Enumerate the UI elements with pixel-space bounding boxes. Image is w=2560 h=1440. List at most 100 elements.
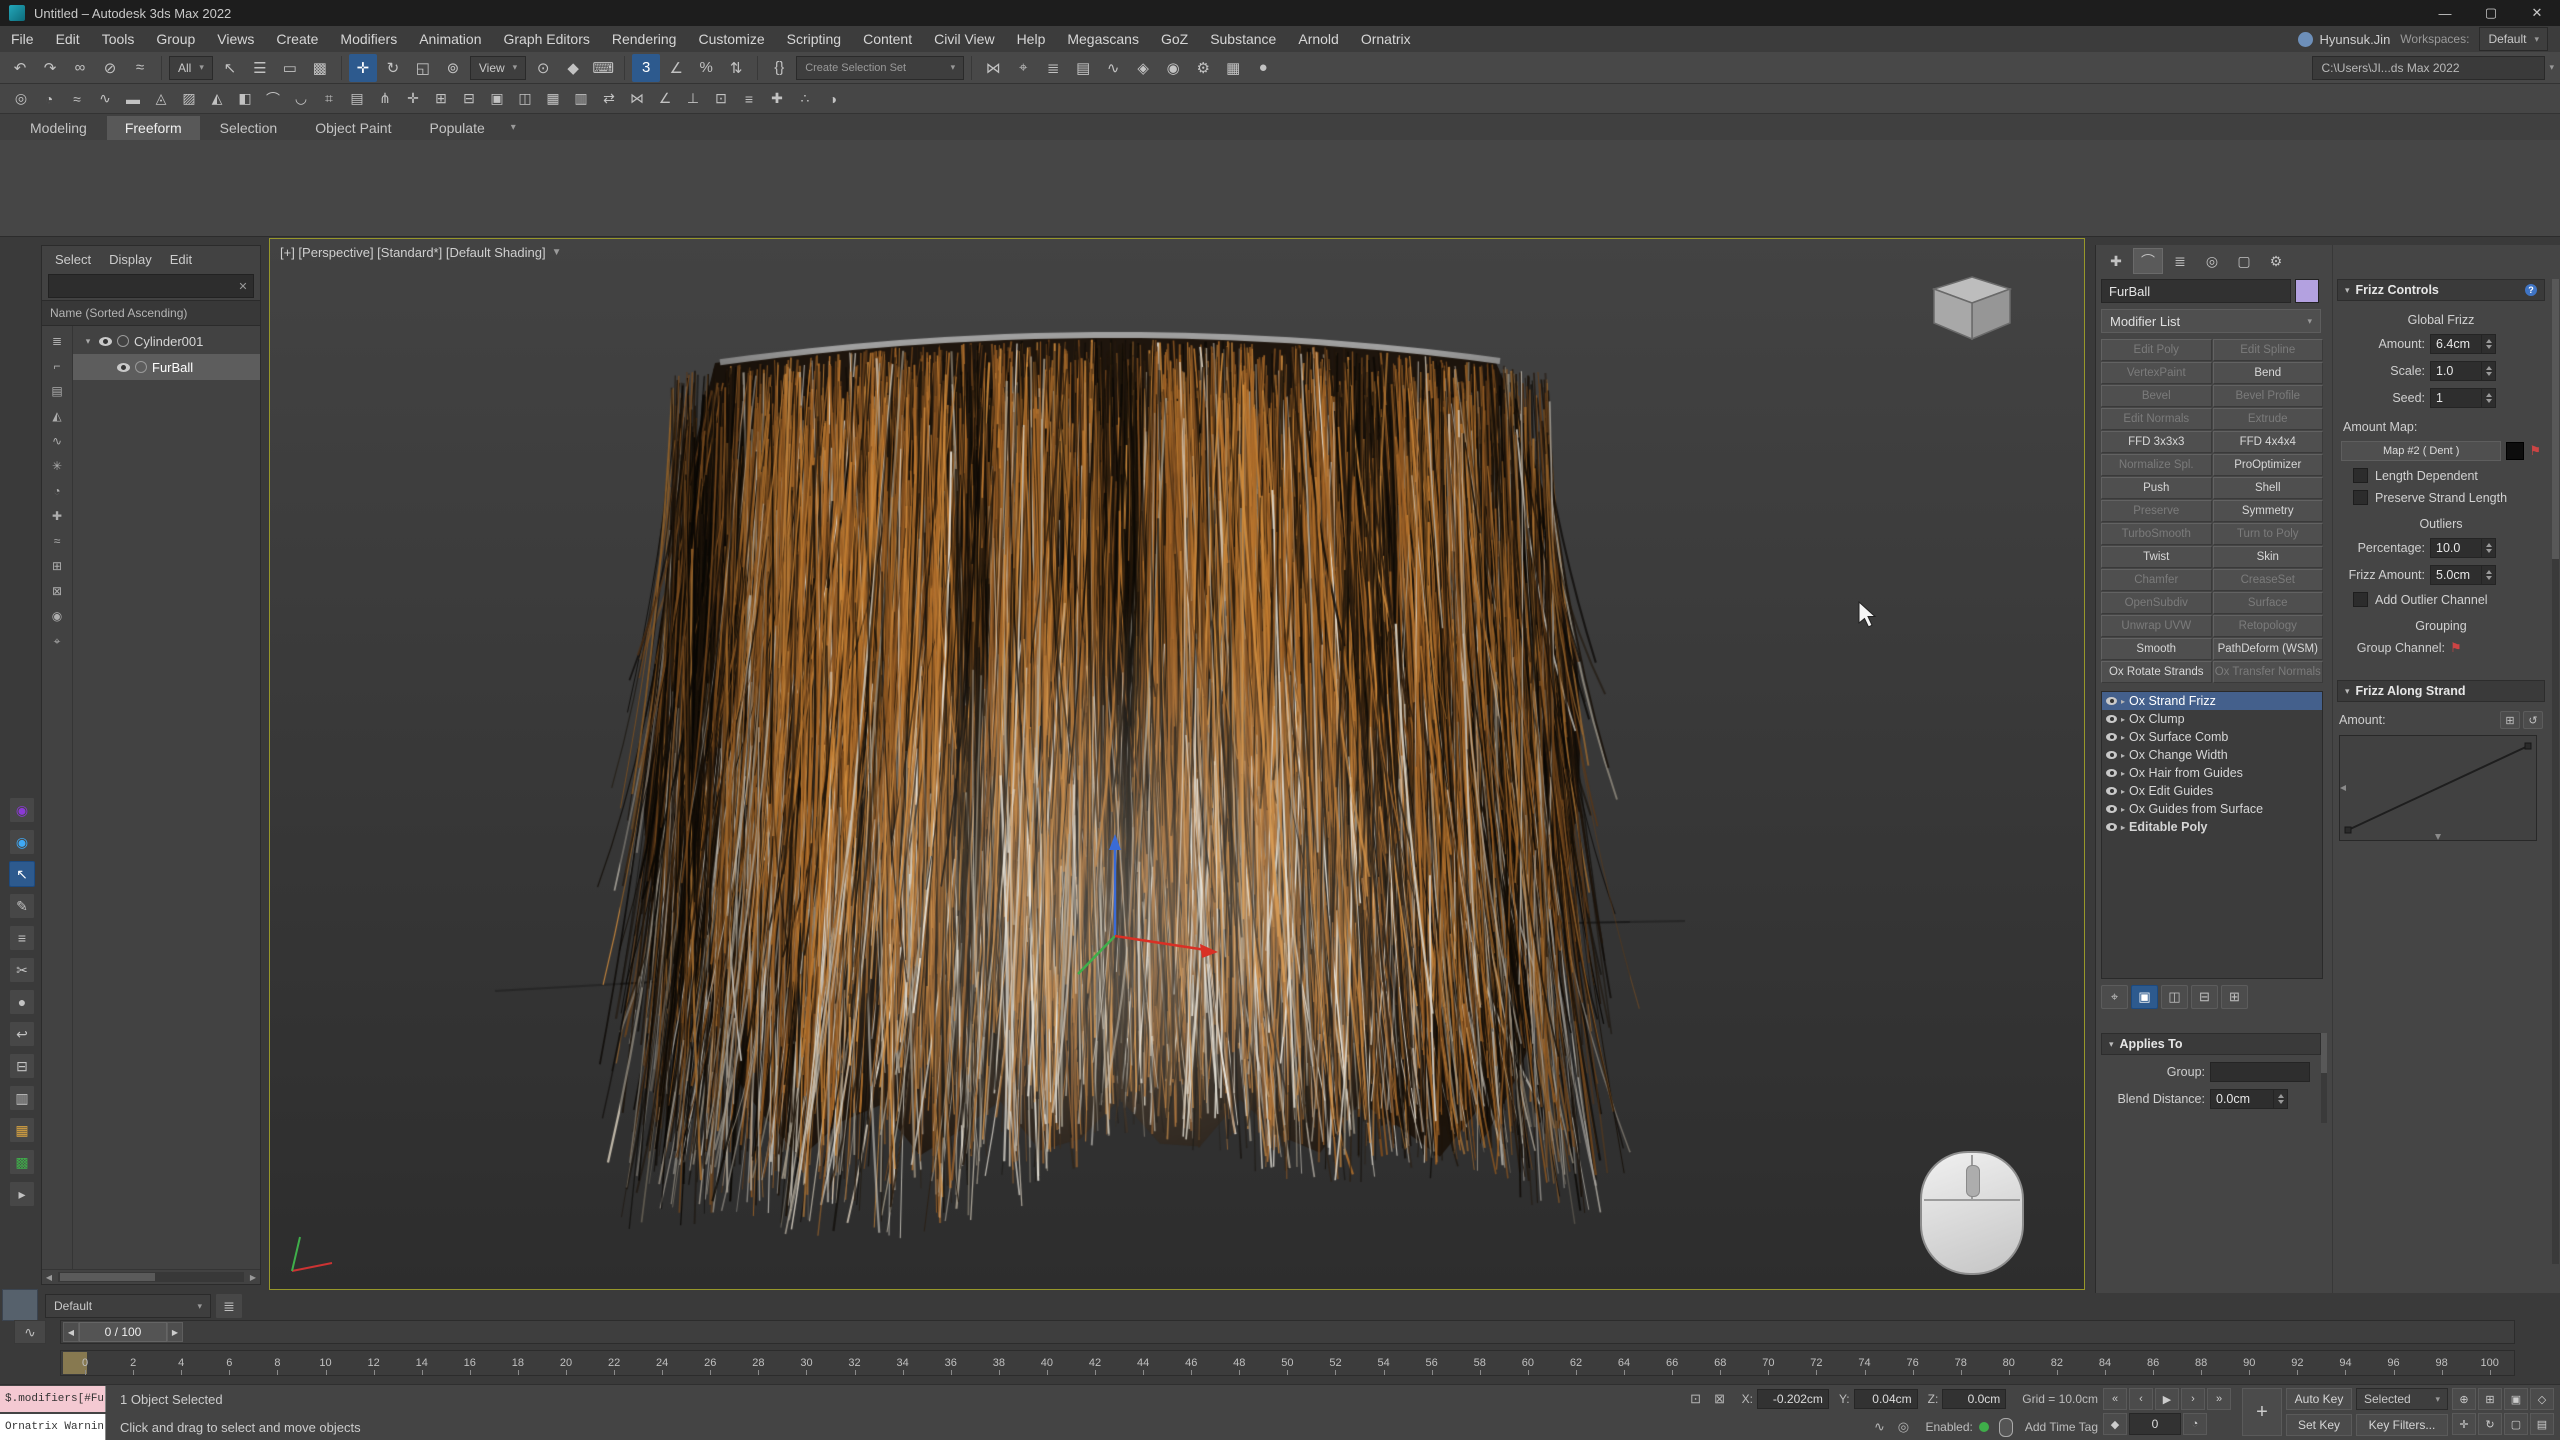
viewport-render[interactable] <box>270 239 2084 1289</box>
modifier-button[interactable]: FFD 3x3x3 <box>2101 431 2212 453</box>
next-frame-button[interactable]: › <box>2181 1388 2205 1410</box>
select-link-icon[interactable]: ∞ <box>66 54 94 82</box>
track-bar[interactable]: 0246810121416182022242628303234363840424… <box>60 1350 2515 1376</box>
user-account[interactable]: Hyunsuk.Jin <box>2298 32 2390 47</box>
viewport-config-icon[interactable]: ▤ <box>2530 1413 2554 1435</box>
modifier-visibility-icon[interactable] <box>2106 787 2117 795</box>
open-mini-curve-editor-button[interactable]: ∿ <box>14 1320 46 1344</box>
add-time-tag[interactable]: Add Time Tag <box>2025 1420 2098 1434</box>
edit-selection-sets-icon[interactable]: {} <box>765 54 793 82</box>
previous-frame-button[interactable]: ‹ <box>2129 1388 2153 1410</box>
key-mode-toggle-button[interactable]: ◆ <box>2103 1413 2127 1435</box>
frame-tick[interactable]: 60 <box>1504 1351 1552 1375</box>
frame-tick[interactable]: 52 <box>1311 1351 1359 1375</box>
scroll-right-icon[interactable]: ▶ <box>246 1273 260 1282</box>
frame-tick[interactable]: 38 <box>975 1351 1023 1375</box>
mirror-tool-icon[interactable]: ⋈ <box>624 87 650 111</box>
menu-item[interactable]: Megascans <box>1056 31 1150 47</box>
modifier-button[interactable]: Ox Transfer Normals <box>2213 661 2324 683</box>
explorer-groups-filter-icon[interactable]: ⊞ <box>46 555 68 577</box>
crossing-selection-icon[interactable]: ▩ <box>306 54 334 82</box>
frame-tick[interactable]: 70 <box>1744 1351 1792 1375</box>
pan-icon[interactable]: ✛ <box>2452 1413 2476 1435</box>
modifier-button[interactable]: Shell <box>2213 477 2324 499</box>
perspective-viewport[interactable]: [+] [Perspective] [Standard*] [Default S… <box>269 238 2085 1290</box>
length-dependent-checkbox[interactable] <box>2353 468 2368 483</box>
material-editor-icon[interactable]: ◉ <box>1159 54 1187 82</box>
mirror-icon[interactable]: ⋈ <box>979 54 1007 82</box>
expand-arrow-icon[interactable]: ▸ <box>2121 697 2125 706</box>
paint-objects-icon[interactable]: ✚ <box>764 87 790 111</box>
menu-item[interactable]: Modifiers <box>329 31 408 47</box>
reference-coordinate-select[interactable]: View ▾ <box>470 56 526 80</box>
modifier-visibility-icon[interactable] <box>2106 733 2117 741</box>
redo-icon[interactable]: ↷ <box>36 54 64 82</box>
paint-deform-smudge-icon[interactable]: ∿ <box>92 87 118 111</box>
group-channel-icon[interactable]: ⚑ <box>2450 640 2462 656</box>
maxscript-mini-listener[interactable]: $.modifiers[#Fu <box>0 1386 106 1412</box>
solve-surface-icon[interactable]: ◫ <box>512 87 538 111</box>
visibility-eye-icon[interactable] <box>99 337 112 346</box>
frame-tick[interactable]: 42 <box>1071 1351 1119 1375</box>
scatter-tool-icon[interactable]: ∴ <box>792 87 818 111</box>
modifier-button[interactable]: ProOptimizer <box>2213 454 2324 476</box>
frame-tick[interactable]: 46 <box>1167 1351 1215 1375</box>
modifier-button[interactable]: Skin <box>2213 546 2324 568</box>
conform-brush-icon[interactable]: ◧ <box>232 87 258 111</box>
paint-deform-pinch-icon[interactable]: ◬ <box>148 87 174 111</box>
menu-item[interactable]: Substance <box>1199 31 1287 47</box>
frame-tick[interactable]: 44 <box>1119 1351 1167 1375</box>
frame-tick[interactable]: 54 <box>1360 1351 1408 1375</box>
rendered-frame-icon[interactable]: ▦ <box>1219 54 1247 82</box>
workspace-select[interactable]: Default ▾ <box>2479 27 2548 51</box>
strand-pen-icon[interactable]: ✎ <box>9 893 35 919</box>
select-move-icon[interactable]: ✛ <box>349 54 377 82</box>
toggle-ribbon-icon[interactable]: ▤ <box>1069 54 1097 82</box>
frame-tick[interactable]: 72 <box>1792 1351 1840 1375</box>
previous-frame-arrow[interactable]: ◀ <box>63 1322 79 1342</box>
frizz-seed-spinner[interactable]: 1 <box>2430 388 2496 408</box>
frame-tick[interactable]: 88 <box>2177 1351 2225 1375</box>
frame-tick[interactable]: 16 <box>446 1351 494 1375</box>
ornatrix-logo-icon[interactable]: ◉ <box>9 797 35 823</box>
menu-item[interactable]: Help <box>1006 31 1057 47</box>
ribbon-tab[interactable]: Selection <box>202 116 296 140</box>
make-unique-button[interactable]: ◫ <box>2161 985 2188 1009</box>
keyboard-override-icon[interactable]: ⌨ <box>589 54 617 82</box>
frame-tick[interactable]: 36 <box>927 1351 975 1375</box>
menu-item[interactable]: Animation <box>408 31 492 47</box>
maximize-button[interactable]: ▢ <box>2468 0 2514 26</box>
frame-tick[interactable]: 14 <box>398 1351 446 1375</box>
select-strands-icon[interactable]: ↖ <box>9 861 35 887</box>
preserve-strand-length-checkbox[interactable] <box>2353 490 2368 505</box>
modifier-button[interactable]: Bevel <box>2101 385 2212 407</box>
zoom-extents-icon[interactable]: ▣ <box>2504 1388 2528 1410</box>
frame-tick[interactable]: 22 <box>590 1351 638 1375</box>
explorer-lights-filter-icon[interactable]: ✳ <box>46 455 68 477</box>
frame-tick[interactable]: 80 <box>1985 1351 2033 1375</box>
go-to-end-button[interactable]: » <box>2207 1388 2231 1410</box>
measure-tool-icon[interactable]: ∠ <box>652 87 678 111</box>
hair-shade-icon[interactable]: ▥ <box>9 1085 35 1111</box>
frame-tick[interactable]: 86 <box>2129 1351 2177 1375</box>
explorer-preset-select[interactable]: Default ▾ <box>45 1294 211 1318</box>
drag-tool-icon[interactable]: ✛ <box>400 87 426 111</box>
selection-lock-icon[interactable]: ⊠ <box>1708 1388 1732 1410</box>
modifier-button[interactable]: Retopology <box>2213 615 2324 637</box>
array-tool-icon[interactable]: ▥ <box>568 87 594 111</box>
remove-modifier-button[interactable]: ⊟ <box>2191 985 2218 1009</box>
explorer-sort-icon[interactable]: ≣ <box>46 330 68 352</box>
modifier-stack-item[interactable]: ▸ Ox Clump <box>2102 710 2322 728</box>
object-name-field[interactable]: FurBall <box>2101 279 2291 303</box>
extend-tool-icon[interactable]: ⊞ <box>428 87 454 111</box>
explorer-horizontal-scrollbar[interactable]: ◀ ▶ <box>42 1269 260 1284</box>
clear-search-icon[interactable]: ✕ <box>233 280 253 293</box>
ribbon-tab[interactable]: Populate <box>411 116 502 140</box>
modifier-visibility-icon[interactable] <box>2106 769 2117 777</box>
maximize-viewport-icon[interactable]: ▢ <box>2504 1413 2528 1435</box>
explorer-all-filter-icon[interactable]: ▤ <box>46 380 68 402</box>
amount-map-button[interactable]: Map #2 ( Dent ) <box>2341 441 2501 461</box>
modifier-button[interactable]: TurboSmooth <box>2101 523 2212 545</box>
frame-tick[interactable]: 0 <box>61 1351 109 1375</box>
ribbon-tab[interactable]: Modeling <box>12 116 105 140</box>
